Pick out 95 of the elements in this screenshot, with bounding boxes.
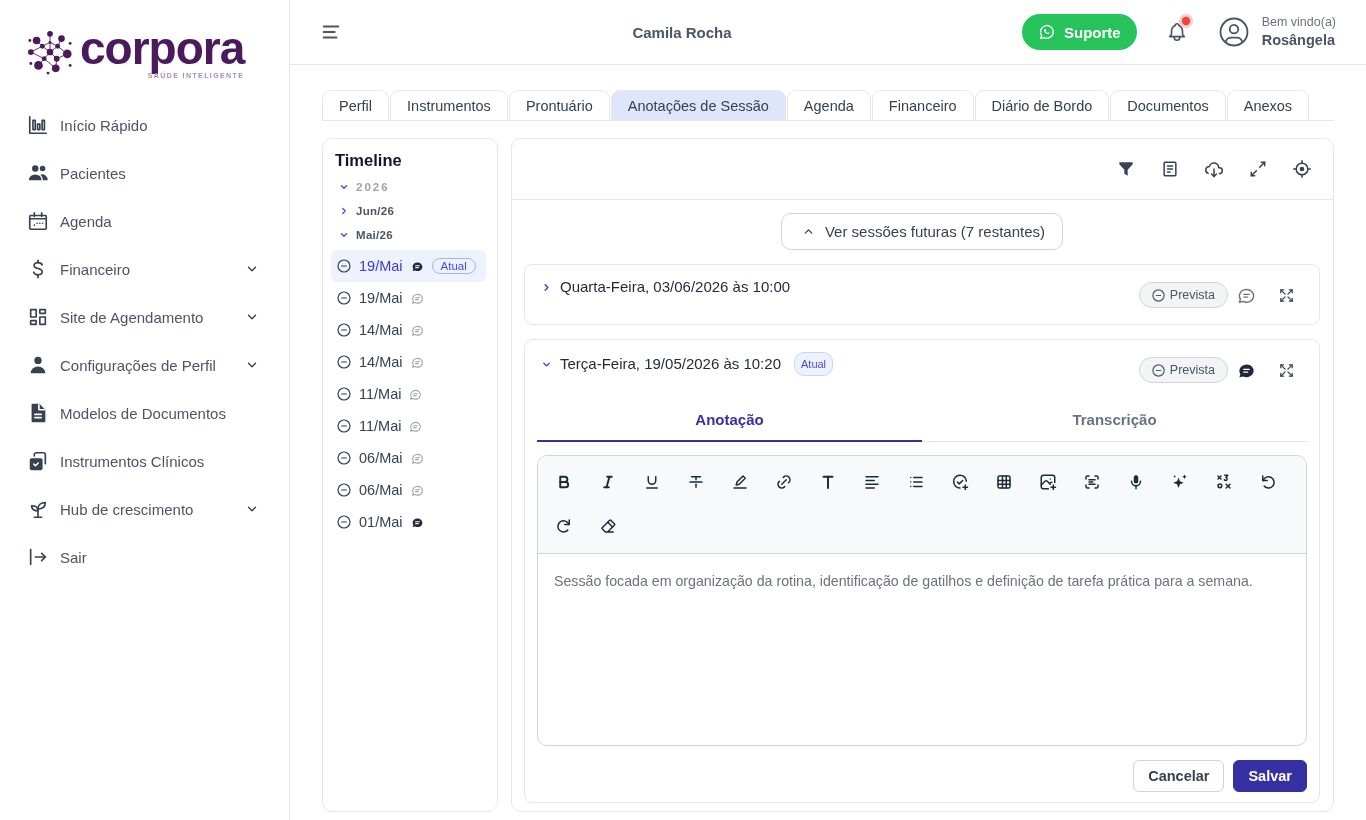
minus-circle-icon [1150, 362, 1166, 378]
sparkles-icon[interactable] [1171, 473, 1189, 491]
timeline-title: Timeline [334, 150, 403, 171]
session-title: Quarta-Feira, 03/06/2026 às 10:00 [560, 277, 791, 297]
greeting-text: Bem vindo(a) [1261, 14, 1336, 31]
redo-icon[interactable] [555, 517, 573, 535]
nav-item[interactable]: Modelos de Documentos [0, 389, 289, 437]
nav-item[interactable]: Pacientes [0, 149, 289, 197]
bar-chart-icon [27, 114, 49, 136]
minus-circle-icon [336, 322, 352, 338]
tab[interactable]: Prontuário [508, 90, 610, 120]
timeline-session[interactable]: 11/Mai [331, 410, 486, 442]
tab[interactable]: Documentos [1110, 90, 1226, 120]
future-sessions-button[interactable]: Ver sessões futuras (7 restantes) [780, 213, 1064, 250]
chevron-right-icon[interactable] [541, 281, 552, 293]
image-plus-icon[interactable] [1039, 473, 1057, 491]
session-date: 06/Mai [359, 482, 403, 498]
nav-item[interactable]: Site de Agendamento [0, 293, 289, 341]
filter-icon[interactable] [1116, 159, 1136, 179]
highlighter-icon[interactable] [731, 473, 749, 491]
session-date: 14/Mai [359, 322, 403, 338]
logout-icon [27, 546, 49, 568]
save-button[interactable]: Salvar [1233, 760, 1307, 792]
minus-circle-icon [336, 354, 352, 370]
session-title: Terça-Feira, 19/05/2026 às 10:20 [560, 354, 781, 374]
nav-item[interactable]: Sair [0, 533, 289, 581]
editor-tab[interactable]: Transcrição [922, 398, 1307, 442]
user-name: Rosângela [1261, 30, 1336, 50]
patient-name: Camila Rocha [631, 23, 733, 41]
timeline-session[interactable]: 14/Mai [331, 346, 486, 378]
expand-diagonal-icon[interactable] [1248, 159, 1268, 179]
maximize-icon[interactable] [1278, 361, 1295, 379]
minus-circle-icon [336, 482, 352, 498]
nav-item[interactable]: Financeiro [0, 245, 289, 293]
timeline-session[interactable]: 01/Mai [331, 506, 486, 538]
minus-circle-icon [336, 514, 352, 530]
session-date: 14/Mai [359, 354, 403, 370]
note-text-field[interactable]: Sessão focada em organização da rotina, identificação de gatilhos e definição de tarefa prática para a semana. [538, 554, 1306, 745]
month-node[interactable]: Mai/26 [331, 223, 486, 247]
tab[interactable]: Perfil [322, 90, 390, 120]
align-left-icon[interactable] [863, 473, 881, 491]
location-target-icon[interactable] [1292, 159, 1312, 179]
timeline-session[interactable]: 06/Mai [331, 474, 486, 506]
nav-item[interactable]: Agenda [0, 197, 289, 245]
clipboard-check-icon [27, 450, 49, 472]
minus-circle-icon [336, 450, 352, 466]
maximize-icon[interactable] [1278, 286, 1295, 304]
minus-circle-icon [336, 418, 352, 434]
whatsapp-icon [1038, 23, 1056, 41]
minus-circle-icon [336, 258, 352, 274]
grid-icon [27, 306, 49, 328]
cancel-button[interactable]: Cancelar [1133, 760, 1225, 792]
check-circle-plus-icon[interactable] [951, 473, 969, 491]
tab[interactable]: Diário de Bordo [974, 90, 1110, 120]
eraser-icon[interactable] [599, 517, 617, 535]
status-button[interactable]: Prevista [1138, 357, 1228, 383]
nav-item[interactable]: Início Rápido [0, 101, 289, 149]
table-icon[interactable] [995, 473, 1013, 491]
session-date: 19/Mai [359, 290, 403, 306]
session-date: 11/Mai [359, 418, 402, 434]
tab[interactable]: Anotações de Sessão [610, 90, 786, 120]
minus-circle-icon [336, 386, 352, 402]
session-date: 06/Mai [359, 450, 403, 466]
tab[interactable]: Instrumentos [390, 90, 508, 120]
timeline-session[interactable]: 11/Mai [331, 378, 486, 410]
minus-circle-icon [336, 290, 352, 306]
session-date: 19/Mai [359, 258, 403, 274]
minus-circle-icon [1150, 287, 1166, 303]
session-date: 11/Mai [359, 386, 402, 402]
tab[interactable]: Agenda [786, 90, 871, 120]
nav-item[interactable]: Configurações de Perfil [0, 341, 289, 389]
tab[interactable]: Financeiro [871, 90, 974, 120]
undo-icon[interactable] [1259, 473, 1277, 491]
current-tag: Atual [431, 258, 476, 274]
notes-icon[interactable] [1160, 159, 1180, 179]
tab[interactable]: Anexos [1226, 90, 1310, 120]
dot-cluster-logo-icon [27, 29, 73, 75]
current-tag: Atual [794, 352, 834, 376]
link-icon[interactable] [775, 473, 793, 491]
calendar-icon [27, 210, 49, 232]
scan-text-icon[interactable] [1083, 473, 1101, 491]
timeline-session[interactable]: 19/Mai [331, 282, 486, 314]
timeline-session[interactable]: 19/Mai Atual [331, 250, 486, 282]
timeline-session[interactable]: 06/Mai [331, 442, 486, 474]
cloud-download-icon[interactable] [1204, 159, 1224, 179]
math-symbols-icon[interactable] [1215, 473, 1233, 491]
strikethrough-icon[interactable] [687, 473, 705, 491]
nav-item[interactable]: Instrumentos Clínicos [0, 437, 289, 485]
status-button[interactable]: Prevista [1138, 282, 1228, 308]
timeline-session[interactable]: 14/Mai [331, 314, 486, 346]
nav-item[interactable]: Hub de crescimento [0, 485, 289, 533]
session-date: 01/Mai [359, 514, 403, 530]
editor-tab[interactable]: Anotação [537, 398, 922, 442]
month-node[interactable]: Jun/26 [331, 199, 486, 223]
underline-icon[interactable] [643, 473, 661, 491]
